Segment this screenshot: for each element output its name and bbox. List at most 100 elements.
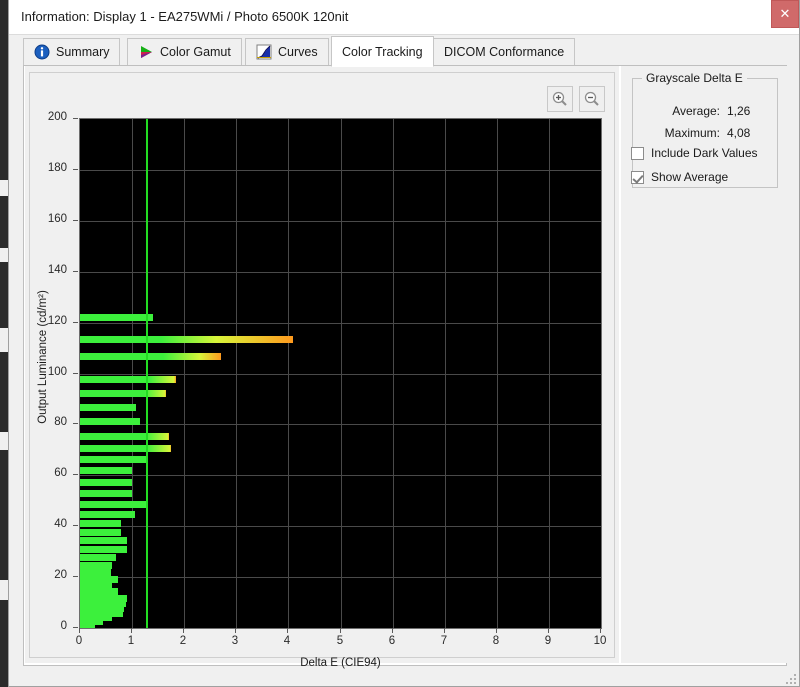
delta-e-bar [80,445,171,452]
tab-label: Color Gamut [160,45,231,59]
maximum-row: Maximum: 4,08 [621,126,757,140]
zoom-in-button[interactable] [547,86,573,112]
grid-line-horizontal [80,424,601,425]
x-tick-mark [548,628,549,633]
y-tick-mark [73,169,78,170]
average-label: Average: [672,104,720,118]
delta-e-bar [80,588,118,595]
panel-gutter [786,66,788,663]
average-line [146,119,148,628]
x-tick-label: 10 [585,635,615,647]
delta-e-bar [80,554,116,561]
y-tick-label: 0 [27,620,67,632]
y-tick-label: 100 [27,366,67,378]
tab-content-color-tracking: Delta E (CIE94) Output Luminance (cd/m²)… [23,66,787,666]
tab-color-gamut[interactable]: Color Gamut [127,38,242,66]
x-tick-mark [235,628,236,633]
delta-e-bar [80,562,112,569]
resize-grip[interactable] [784,672,796,684]
delta-e-bar [80,479,132,486]
x-tick-mark [444,628,445,633]
y-tick-mark [73,576,78,577]
delta-e-bar [80,511,135,518]
y-tick-mark [73,423,78,424]
x-tick-label: 8 [481,635,511,647]
delta-e-bar [80,490,132,497]
tab-curves[interactable]: Curves [245,38,329,66]
maximum-label: Maximum: [665,126,720,140]
y-tick-mark [73,322,78,323]
average-row: Average:1,26 [621,104,757,118]
y-tick-mark [73,627,78,628]
delta-e-bar [80,546,127,553]
delta-e-bar [80,621,95,628]
grid-line-horizontal [80,221,601,222]
tab-summary[interactable]: Summary [23,38,120,66]
tab-label: Summary [56,45,109,59]
delta-e-bar [80,467,132,474]
grid-line-horizontal [80,374,601,375]
delta-e-bar [80,418,140,425]
x-tick-mark [131,628,132,633]
grayscale-delta-e-panel: Grayscale Delta E Average:1,26 Maximum:4… [621,66,786,663]
checkbox-label: Show Average [651,170,728,184]
tab-label: Color Tracking [342,45,423,59]
grid-line-horizontal [80,475,601,476]
y-tick-mark [73,220,78,221]
y-tick-label: 20 [27,569,67,581]
y-tick-mark [73,271,78,272]
delta-e-bar [80,314,153,321]
x-tick-mark [600,628,601,633]
x-tick-label: 6 [377,635,407,647]
delta-e-bar [80,529,121,536]
plot-area[interactable] [79,118,602,629]
close-button[interactable]: ✕ [771,0,799,28]
x-tick-label: 4 [272,635,302,647]
x-tick-mark [340,628,341,633]
maximum-value: 4,08 [727,126,757,140]
grid-line-horizontal [80,170,601,171]
grid-line-horizontal [80,577,601,578]
y-tick-label: 120 [27,315,67,327]
grid-line-horizontal [80,272,601,273]
x-tick-mark [496,628,497,633]
checkbox-box[interactable] [631,147,644,160]
x-axis-label: Delta E (CIE94) [79,657,602,669]
x-tick-mark [392,628,393,633]
curves-chart-icon [256,44,272,60]
x-tick-label: 9 [533,635,563,647]
delta-e-bar [80,520,121,527]
y-tick-label: 40 [27,518,67,530]
gamut-triangle-icon [138,44,154,60]
x-tick-mark [287,628,288,633]
x-tick-mark [79,628,80,633]
include-dark-values-checkbox[interactable]: Include Dark Values [631,146,758,160]
information-window: Information: Display 1 - EA275WMi / Phot… [8,0,800,687]
delta-e-bar [80,404,136,411]
y-tick-mark [73,474,78,475]
x-tick-label: 3 [220,635,250,647]
y-tick-mark [73,373,78,374]
x-tick-label: 5 [325,635,355,647]
info-circle-icon [34,44,50,60]
zoom-out-button[interactable] [579,86,605,112]
x-tick-label: 0 [64,635,94,647]
window-title: Information: Display 1 - EA275WMi / Phot… [21,9,348,24]
delta-e-bar [80,336,293,343]
y-tick-label: 180 [27,162,67,174]
x-tick-label: 1 [116,635,146,647]
delta-e-bar [80,353,221,360]
tab-dicom-conformance[interactable]: DICOM Conformance [433,38,575,66]
y-tick-mark [73,525,78,526]
y-tick-label: 160 [27,213,67,225]
delta-e-bar [80,390,166,397]
tab-color-tracking[interactable]: Color Tracking [331,36,434,67]
x-tick-label: 7 [429,635,459,647]
y-tick-label: 200 [27,111,67,123]
grid-line-horizontal [80,323,601,324]
grid-line-horizontal [80,526,601,527]
show-average-checkbox[interactable]: Show Average [631,170,728,184]
delta-e-bar [80,433,169,440]
checkbox-box[interactable] [631,171,644,184]
delta-e-bar [80,376,176,383]
